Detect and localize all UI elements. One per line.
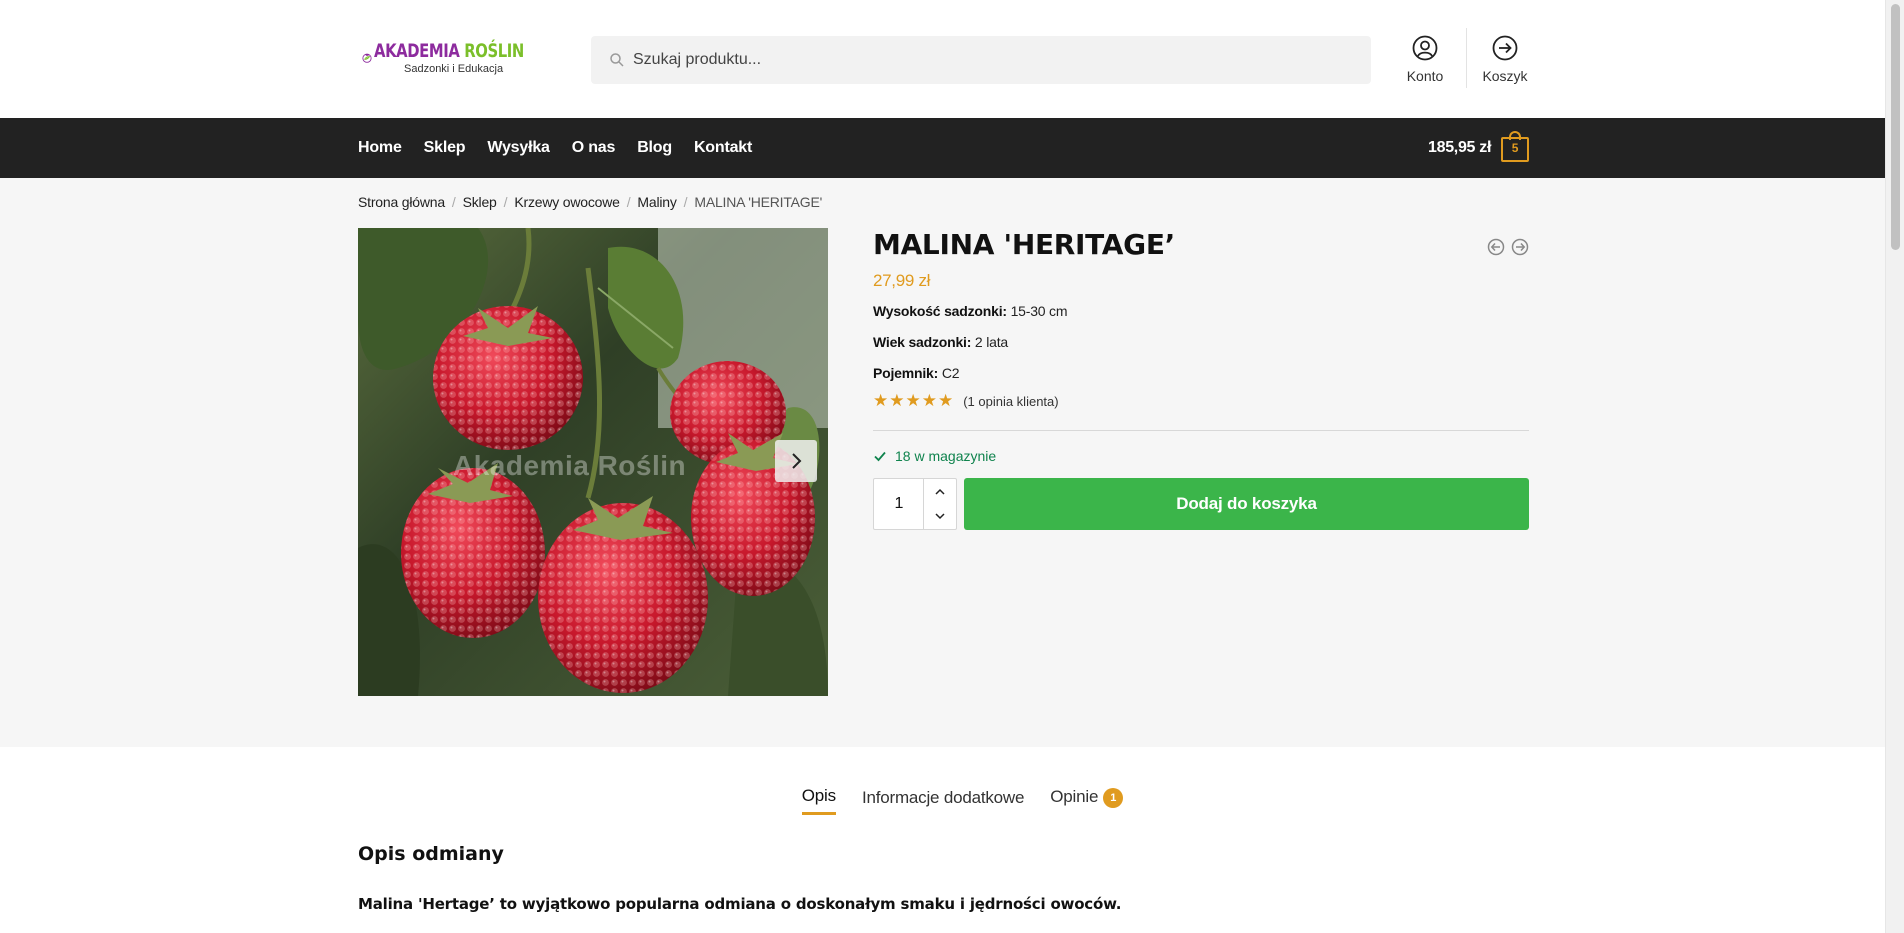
chevron-right-icon — [792, 453, 802, 469]
product-navigation — [1487, 238, 1529, 256]
attribute-value: 2 lata — [974, 334, 1008, 350]
chevron-down-icon — [935, 513, 945, 520]
product-price: 27,99 zł — [873, 271, 931, 290]
nav-item-about[interactable]: O nas — [572, 139, 616, 157]
attribute-height: Wysokość sadzonki: 15-30 cm — [873, 303, 1529, 319]
reviews-count-badge: 1 — [1103, 788, 1124, 808]
breadcrumb-subcategory[interactable]: Maliny — [637, 194, 676, 210]
attribute-label: Pojemnik: — [873, 365, 939, 381]
site-header: AKADEMIA ROŚLIN Sadzonki i Edukacja Kont… — [0, 0, 1885, 118]
add-to-cart-button[interactable]: Dodaj do koszyka — [964, 478, 1529, 530]
product-main: Strona główna / Sklep / Krzewy owocowe /… — [0, 178, 1885, 747]
quantity-input[interactable] — [874, 479, 924, 529]
quantity-buttons — [923, 479, 956, 529]
tab-reviews[interactable]: Opinie 1 — [1050, 787, 1124, 814]
breadcrumb-home[interactable]: Strona główna — [358, 194, 445, 210]
breadcrumb-separator: / — [683, 194, 688, 210]
nav-item-blog[interactable]: Blog — [637, 139, 672, 157]
cart-count-badge: 5 — [1511, 141, 1519, 155]
previous-product-icon[interactable] — [1487, 238, 1505, 256]
nav-item-home[interactable]: Home — [358, 139, 402, 157]
quantity-stepper — [873, 478, 957, 530]
description-heading: Opis odmiany — [358, 843, 504, 865]
arrow-right-circle-icon — [1492, 35, 1518, 61]
product-gallery[interactable]: Akademia Roślin — [358, 228, 828, 696]
product-title: MALINA 'HERITAGE’ — [873, 228, 1175, 261]
logo-tagline: Sadzonki i Edukacja — [404, 62, 504, 75]
breadcrumb-category[interactable]: Krzewy owocowe — [514, 194, 620, 210]
attribute-container: Pojemnik: C2 — [873, 365, 1529, 381]
header-divider — [1466, 28, 1467, 88]
checkmark-icon — [874, 451, 886, 462]
cart-label: Koszyk — [1482, 68, 1528, 84]
rating-stars: ★★★★★ — [873, 391, 955, 410]
logo-name: AKADEMIA ROŚLIN — [374, 39, 524, 62]
nav-item-shop[interactable]: Sklep — [424, 139, 466, 157]
nav-cart[interactable]: 185,95 zł 5 — [1428, 131, 1530, 164]
breadcrumb-separator: / — [626, 194, 631, 210]
nav-item-contact[interactable]: Kontakt — [694, 139, 752, 157]
product-summary: MALINA 'HERITAGE’ 27,99 zł Wysokość sadz… — [873, 228, 1529, 530]
site-logo[interactable]: AKADEMIA ROŚLIN Sadzonki i Edukacja — [362, 33, 544, 83]
chevron-up-icon — [935, 488, 945, 495]
cart-link[interactable]: Koszyk — [1470, 34, 1540, 84]
quantity-increase-button[interactable] — [924, 479, 956, 504]
shopping-bag-icon: 5 — [1501, 131, 1530, 162]
search-input[interactable] — [591, 36, 1371, 84]
account-label: Konto — [1406, 68, 1444, 84]
next-product-icon[interactable] — [1511, 238, 1529, 256]
breadcrumb-shop[interactable]: Sklep — [463, 194, 497, 210]
attribute-value: C2 — [941, 365, 960, 381]
gallery-next-button[interactable] — [775, 440, 817, 482]
attribute-label: Wysokość sadzonki: — [873, 303, 1007, 319]
cart-total: 185,95 zł — [1428, 139, 1492, 156]
review-count-link[interactable]: (1 opinia klienta) — [963, 394, 1058, 409]
user-icon — [1412, 35, 1438, 61]
search-bar — [591, 36, 1371, 84]
logo-leaf-icon — [362, 53, 372, 63]
search-icon — [610, 53, 624, 67]
divider — [873, 430, 1529, 431]
stock-text: 18 w magazynie — [895, 448, 997, 464]
nav-item-shipping[interactable]: Wysyłka — [487, 139, 550, 157]
attribute-label: Wiek sadzonki: — [873, 334, 972, 350]
product-tabs: Opis Informacje dodatkowe Opinie 1 — [0, 786, 1885, 815]
product-rating: ★★★★★ (1 opinia klienta) — [873, 391, 1529, 411]
tab-description[interactable]: Opis — [801, 786, 836, 815]
main-navigation: Home Sklep Wysyłka O nas Blog Kontakt 18… — [0, 118, 1885, 178]
quantity-decrease-button[interactable] — [924, 504, 956, 529]
scrollbar-thumb[interactable] — [1891, 4, 1900, 250]
image-watermark: Akademia Roślin — [453, 450, 687, 481]
breadcrumb-separator: / — [451, 194, 456, 210]
breadcrumb-current: MALINA 'HERITAGE' — [694, 194, 823, 210]
attribute-value: 15-30 cm — [1010, 303, 1068, 319]
logo-text: AKADEMIA ROŚLIN Sadzonki i Edukacja — [374, 39, 544, 75]
account-link[interactable]: Konto — [1390, 34, 1460, 84]
stock-status: 18 w magazynie — [873, 448, 1529, 464]
breadcrumb-separator: / — [503, 194, 508, 210]
add-to-cart-form: Dodaj do koszyka — [873, 478, 1529, 530]
description-lead: Malina 'Hertage’ to wyjątkowo popularna … — [358, 895, 1122, 913]
breadcrumb: Strona główna / Sklep / Krzewy owocowe /… — [358, 194, 822, 210]
attribute-age: Wiek sadzonki: 2 lata — [873, 334, 1529, 350]
tab-additional-info[interactable]: Informacje dodatkowe — [862, 788, 1025, 814]
nav-menu: Home Sklep Wysyłka O nas Blog Kontakt — [358, 118, 774, 178]
page-scrollbar[interactable] — [1885, 0, 1904, 933]
